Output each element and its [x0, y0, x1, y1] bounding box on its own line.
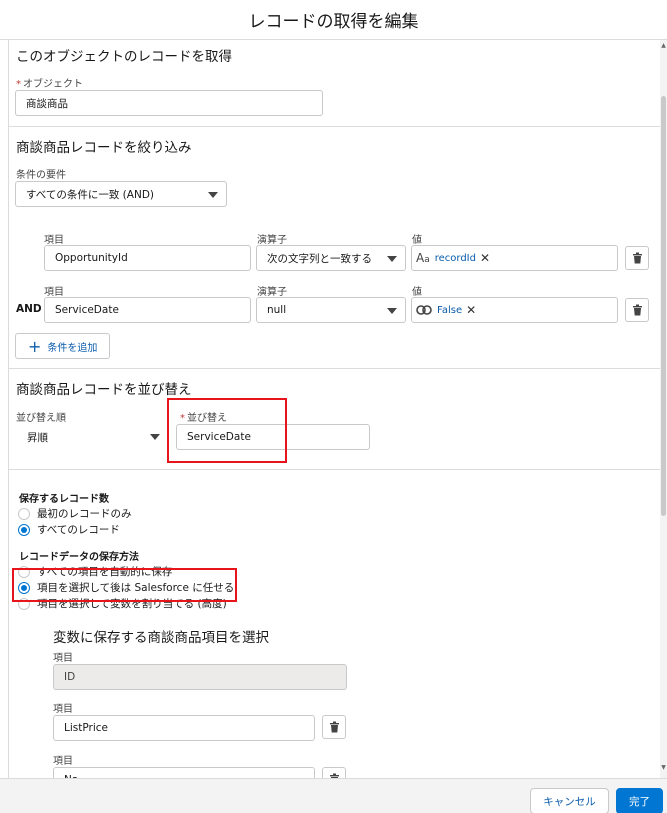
plus-icon: +	[28, 336, 42, 356]
sort-order-label: 並び替え順	[16, 413, 66, 424]
get-records-section-title: このオブジェクトのレコードを取得	[16, 49, 232, 65]
field-label: 項目	[44, 235, 64, 246]
section-divider	[8, 368, 660, 369]
section-divider	[8, 126, 660, 127]
chevron-down-icon	[387, 256, 397, 262]
pill-label: recordId	[434, 252, 476, 264]
radio-all-records[interactable]: すべてのレコード	[18, 522, 120, 537]
close-icon[interactable]: ✕	[466, 303, 476, 317]
field-label: 項目	[53, 704, 73, 715]
required-marker: *	[16, 79, 21, 90]
boolean-toggle-icon	[416, 305, 432, 315]
delete-field-button[interactable]	[322, 715, 346, 739]
object-label: * オブジェクト	[16, 79, 83, 90]
modal-body: このオブジェクトのレコードを取得 * オブジェクト 商談商品 商談商品レコードを絞…	[0, 40, 660, 778]
operator-label: 演算子	[257, 235, 287, 246]
left-border	[8, 40, 9, 778]
operator-select[interactable]: 次の文字列と一致する	[256, 245, 406, 271]
radio-button[interactable]	[18, 523, 30, 536]
section-divider	[8, 469, 660, 470]
field-input-listprice[interactable]: ListPrice	[53, 715, 315, 741]
scroll-up-icon[interactable]: ▲	[660, 42, 667, 50]
radio-button[interactable]	[18, 507, 30, 520]
add-condition-label: 条件を追加	[47, 342, 98, 354]
field-label: 項目	[44, 287, 64, 298]
scrollbar-thumb[interactable]	[661, 96, 666, 516]
pill-label: False	[437, 304, 463, 316]
add-condition-button[interactable]: + 条件を追加	[15, 333, 111, 359]
value-label: 値	[412, 235, 422, 246]
radio-label: 最初のレコードのみ	[37, 508, 132, 520]
fields-section-title: 変数に保存する商談商品項目を選択	[53, 630, 269, 646]
highlight-box	[167, 398, 287, 463]
done-button[interactable]: 完了	[616, 788, 663, 813]
chevron-down-icon	[387, 308, 397, 314]
condition-req-label: 条件の要件	[16, 170, 66, 181]
radio-label: すべてのレコード	[37, 524, 120, 536]
delete-condition-button[interactable]	[625, 246, 649, 270]
operator-value: 次の文字列と一致する	[267, 252, 372, 265]
chevron-down-icon	[208, 192, 218, 198]
delete-condition-button[interactable]	[625, 298, 649, 322]
trash-icon	[632, 304, 642, 316]
delete-field-button[interactable]	[322, 767, 346, 778]
sort-section-title: 商談商品レコードを並び替え	[16, 382, 192, 398]
filter-section-title: 商談商品レコードを絞り込み	[16, 140, 192, 156]
close-icon[interactable]: ✕	[480, 251, 490, 265]
and-connector: AND	[16, 303, 42, 315]
scrollbar[interactable]	[660, 40, 667, 778]
operator-label: 演算子	[257, 287, 287, 298]
modal-header: レコードの取得を編集	[0, 0, 667, 40]
store-method-title: レコードデータの保存方法	[19, 552, 139, 563]
field-label: 項目	[53, 756, 73, 767]
object-input[interactable]: 商談商品	[15, 90, 323, 116]
operator-select[interactable]: null	[256, 297, 406, 323]
resource-pill[interactable]: False ✕	[416, 303, 476, 317]
operator-value: null	[267, 304, 287, 316]
trash-icon	[329, 721, 339, 733]
condition-req-select[interactable]: すべての条件に一致 (AND)	[15, 181, 227, 207]
resource-pill[interactable]: Aa recordId ✕	[416, 251, 490, 265]
scroll-down-icon[interactable]: ▼	[660, 764, 667, 772]
modal-title: レコードの取得を編集	[248, 12, 419, 32]
radio-first-record[interactable]: 最初のレコードのみ	[18, 506, 132, 521]
value-label: 値	[412, 287, 422, 298]
field-input-id: ID	[53, 664, 347, 690]
cancel-button[interactable]: キャンセル	[530, 788, 609, 813]
field-input-name[interactable]: Na	[53, 767, 315, 778]
condition-req-value: すべての条件に一致 (AND)	[26, 188, 154, 201]
highlight-box	[12, 568, 237, 602]
record-count-title: 保存するレコード数	[19, 494, 109, 505]
value-input[interactable]: False ✕	[411, 297, 618, 323]
edit-get-records-modal: レコードの取得を編集 このオブジェクトのレコードを取得 * オブジェクト 商談商品…	[0, 0, 667, 813]
sort-order-value: 昇順	[27, 431, 48, 444]
field-label: 項目	[53, 653, 73, 664]
value-input[interactable]: Aa recordId ✕	[411, 245, 618, 271]
chevron-down-icon	[150, 434, 160, 440]
field-input[interactable]: ServiceDate	[44, 297, 251, 323]
sort-order-select[interactable]: 昇順	[15, 424, 168, 450]
trash-icon	[632, 252, 642, 264]
field-input[interactable]: OpportunityId	[44, 245, 251, 271]
text-resource-icon: Aa	[416, 251, 430, 265]
